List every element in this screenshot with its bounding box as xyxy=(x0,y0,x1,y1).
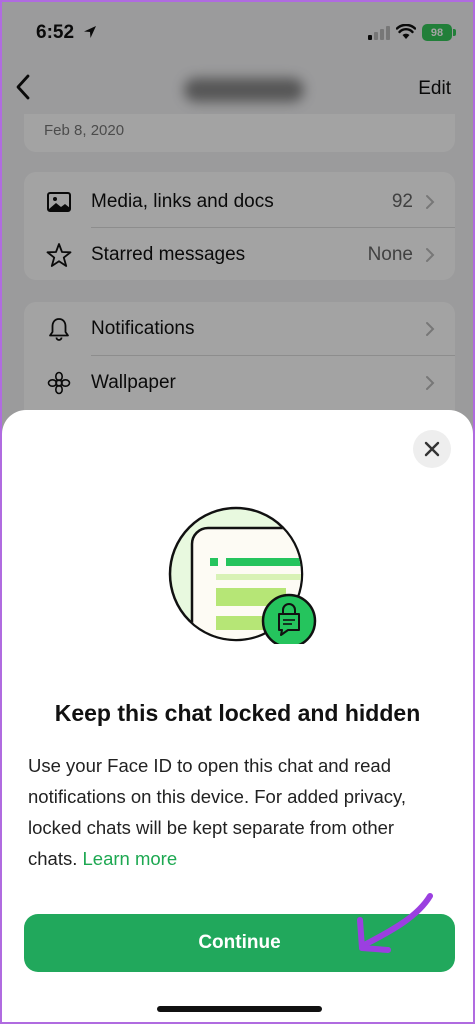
screen: 6:52 98 Edit Feb 8, 2020 Media, links an… xyxy=(0,0,475,1024)
close-icon xyxy=(424,441,440,457)
continue-label: Continue xyxy=(198,932,281,953)
annotation-arrow xyxy=(357,893,433,953)
sheet-title: Keep this chat locked and hidden xyxy=(54,700,421,726)
home-indicator[interactable] xyxy=(157,1006,322,1012)
chat-lock-sheet: Keep this chat locked and hidden Use you… xyxy=(2,410,473,1022)
learn-more-link[interactable]: Learn more xyxy=(83,848,178,869)
close-button[interactable] xyxy=(413,430,451,468)
lock-chat-illustration xyxy=(168,506,317,644)
sheet-body: Use your Face ID to open this chat and r… xyxy=(28,750,448,874)
